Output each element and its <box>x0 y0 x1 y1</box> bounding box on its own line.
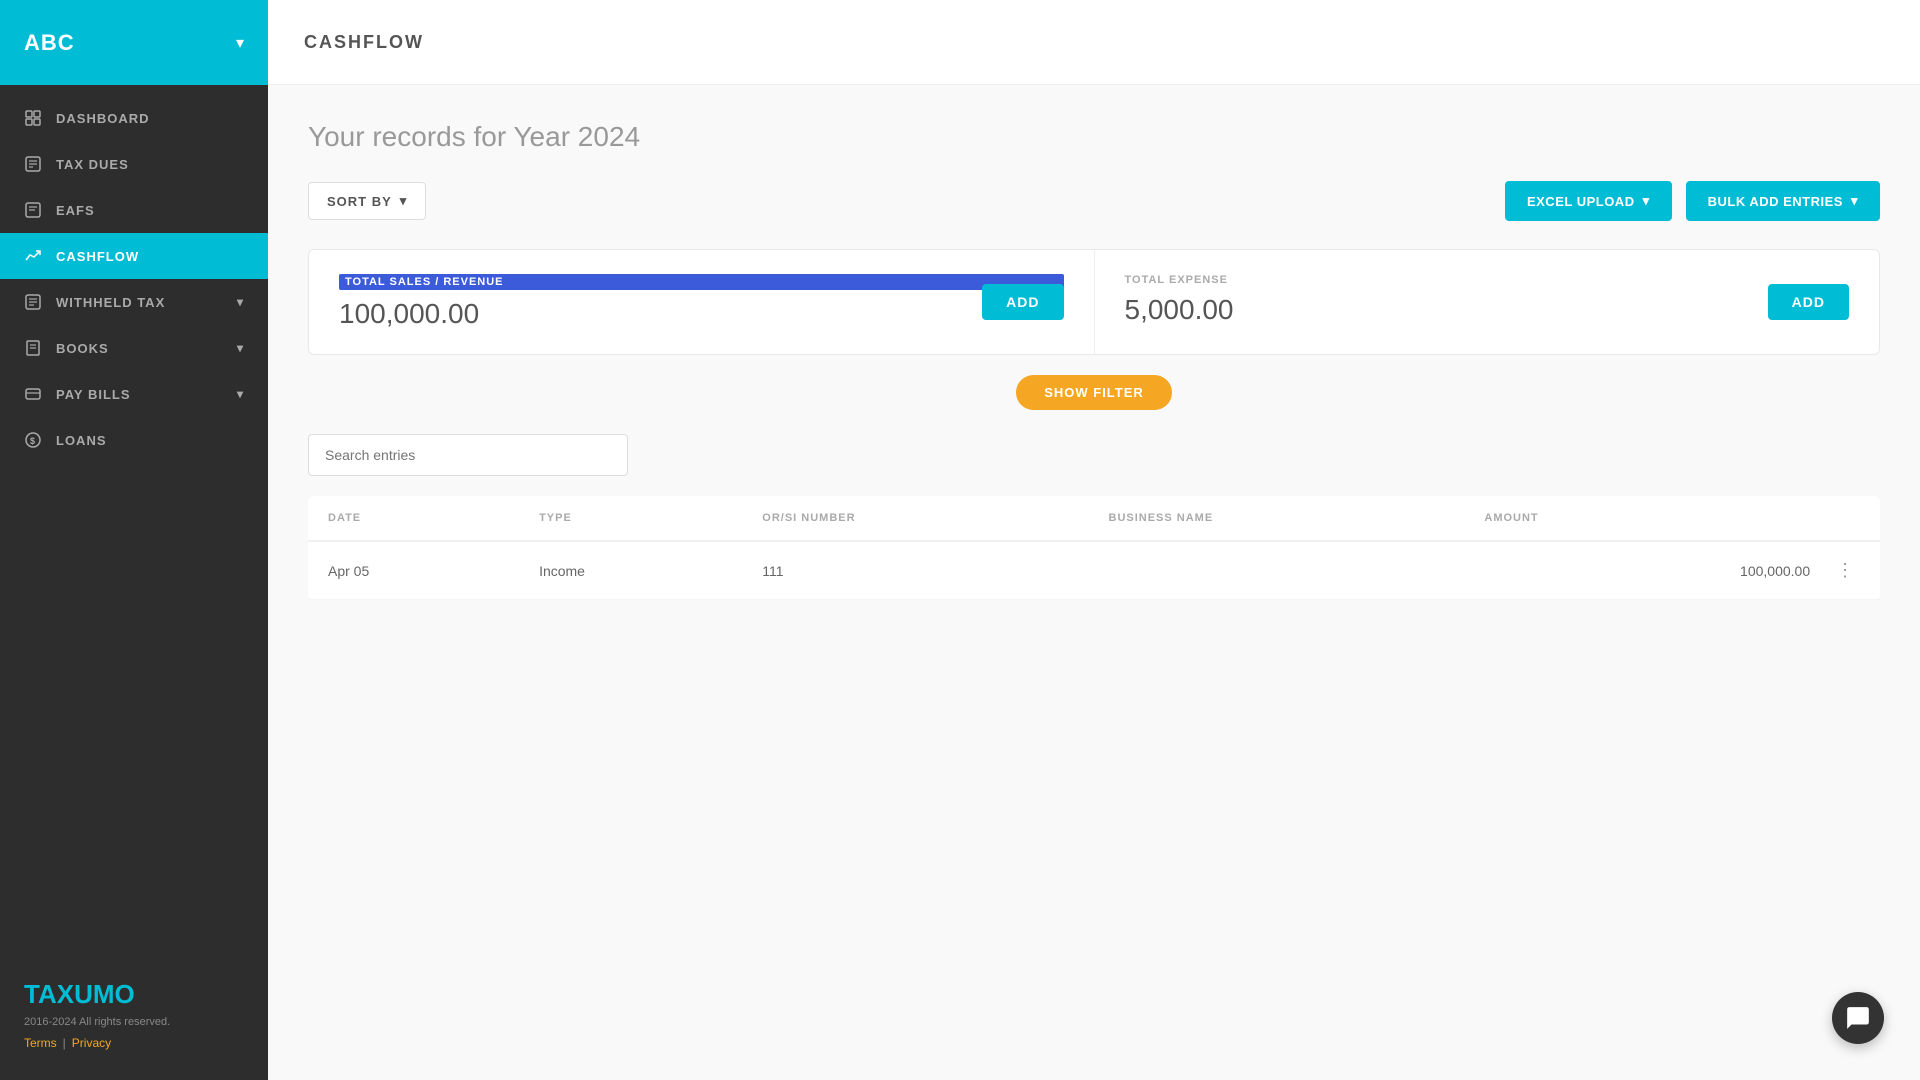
sidebar-nav: Dashboard Tax Dues <box>0 85 268 959</box>
add-sales-button[interactable]: ADD <box>982 284 1063 320</box>
withheld-tax-icon <box>24 293 42 311</box>
sidebar-header[interactable]: ABC ▾ <box>0 0 268 85</box>
bulk-add-chevron-icon: ▾ <box>1851 193 1858 209</box>
sidebar-item-label: Cashflow <box>56 249 139 264</box>
excel-upload-button[interactable]: EXCEL UPLOAD ▾ <box>1505 181 1672 221</box>
link-divider: | <box>63 1036 66 1050</box>
sidebar-item-label: Dashboard <box>56 111 150 126</box>
total-sales-label: TOTAL SALES / REVENUE <box>339 274 1064 290</box>
tax-dues-icon <box>24 155 42 173</box>
col-amount: AMOUNT <box>1464 496 1880 541</box>
copyright-text: 2016-2024 All rights reserved. <box>24 1016 244 1028</box>
withheld-tax-chevron-icon: ▾ <box>237 295 244 309</box>
books-icon <box>24 339 42 357</box>
sort-by-chevron-icon: ▾ <box>400 193 408 209</box>
show-filter-button[interactable]: SHOW FILTER <box>1016 375 1172 410</box>
excel-upload-label: EXCEL UPLOAD <box>1527 194 1635 209</box>
sidebar: ABC ▾ Dashboard <box>0 0 268 1080</box>
sidebar-item-books[interactable]: Books ▾ <box>0 325 268 371</box>
sidebar-item-eafs[interactable]: EAFS <box>0 187 268 233</box>
stats-row: TOTAL SALES / REVENUE 100,000.00 ADD TOT… <box>308 249 1880 355</box>
cashflow-icon <box>24 247 42 265</box>
row-type: Income <box>519 541 742 600</box>
app-logo: TAXUMO <box>24 979 244 1010</box>
sidebar-item-withheld-tax[interactable]: Withheld Tax ▾ <box>0 279 268 325</box>
row-orsi: 111 <box>742 541 1088 600</box>
svg-text:$: $ <box>30 436 36 446</box>
logo-tax: TAX <box>24 979 74 1009</box>
search-input[interactable] <box>308 434 628 476</box>
main-content: CASHFLOW Your records for Year 2024 SORT… <box>268 0 1920 1080</box>
topbar: CASHFLOW <box>268 0 1920 85</box>
bulk-add-label: BULK ADD ENTRIES <box>1708 194 1843 209</box>
row-menu-button[interactable]: ⋮ <box>1830 560 1860 581</box>
page-title: CASHFLOW <box>304 32 424 53</box>
sidebar-item-cashflow[interactable]: Cashflow <box>0 233 268 279</box>
sidebar-item-label: Pay Bills <box>56 387 131 402</box>
total-expense-value: 5,000.00 <box>1125 294 1850 326</box>
books-chevron-icon: ▾ <box>237 341 244 355</box>
company-name: ABC <box>24 30 75 56</box>
col-type: TYPE <box>519 496 742 541</box>
footer-links: Terms | Privacy <box>24 1036 244 1050</box>
sort-by-button[interactable]: SORT BY ▾ <box>308 182 426 220</box>
sidebar-item-pay-bills[interactable]: Pay Bills ▾ <box>0 371 268 417</box>
total-expense-label: TOTAL EXPENSE <box>1125 274 1850 286</box>
col-orsi: OR/SI NUMBER <box>742 496 1088 541</box>
total-sales-card: TOTAL SALES / REVENUE 100,000.00 ADD <box>309 250 1094 354</box>
table-row: Apr 05 Income 111 100,000.00 ⋮ <box>308 541 1880 600</box>
search-row <box>308 434 1880 476</box>
pay-bills-icon <box>24 385 42 403</box>
toolbar-right: EXCEL UPLOAD ▾ BULK ADD ENTRIES ▾ <box>1505 181 1880 221</box>
row-date: Apr 05 <box>308 541 519 600</box>
entries-table-container: DATE TYPE OR/SI NUMBER BUSINESS NAME AMO… <box>308 496 1880 600</box>
col-date: DATE <box>308 496 519 541</box>
company-chevron-icon[interactable]: ▾ <box>236 33 244 53</box>
privacy-link[interactable]: Privacy <box>72 1036 111 1050</box>
excel-upload-chevron-icon: ▾ <box>1643 193 1650 209</box>
loans-icon: $ <box>24 431 42 449</box>
sidebar-item-dashboard[interactable]: Dashboard <box>0 95 268 141</box>
sidebar-item-label: Tax Dues <box>56 157 129 172</box>
content-area: Your records for Year 2024 SORT BY ▾ EXC… <box>268 85 1920 1080</box>
add-expense-button[interactable]: ADD <box>1768 284 1849 320</box>
sidebar-item-tax-dues[interactable]: Tax Dues <box>0 141 268 187</box>
sidebar-item-label: EAFS <box>56 203 95 218</box>
sidebar-item-label: Withheld Tax <box>56 295 165 310</box>
terms-link[interactable]: Terms <box>24 1036 57 1050</box>
table-body: Apr 05 Income 111 100,000.00 ⋮ <box>308 541 1880 600</box>
bulk-add-button[interactable]: BULK ADD ENTRIES ▾ <box>1686 181 1880 221</box>
col-business: BUSINESS NAME <box>1089 496 1465 541</box>
dashboard-icon <box>24 109 42 127</box>
records-heading: Your records for Year 2024 <box>308 121 1880 153</box>
table-header: DATE TYPE OR/SI NUMBER BUSINESS NAME AMO… <box>308 496 1880 541</box>
sidebar-footer: TAXUMO 2016-2024 All rights reserved. Te… <box>0 959 268 1080</box>
toolbar-row: SORT BY ▾ EXCEL UPLOAD ▾ BULK ADD ENTRIE… <box>308 181 1880 221</box>
eafs-icon <box>24 201 42 219</box>
pay-bills-chevron-icon: ▾ <box>237 387 244 401</box>
sidebar-item-label: Loans <box>56 433 107 448</box>
total-expense-card: TOTAL EXPENSE 5,000.00 ADD <box>1094 250 1880 354</box>
row-amount: 100,000.00 ⋮ <box>1464 541 1880 600</box>
show-filter-row: SHOW FILTER <box>308 375 1880 410</box>
chat-bubble-button[interactable] <box>1832 992 1884 1044</box>
sidebar-item-label: Books <box>56 341 109 356</box>
sidebar-item-loans[interactable]: $ Loans <box>0 417 268 463</box>
entries-table: DATE TYPE OR/SI NUMBER BUSINESS NAME AMO… <box>308 496 1880 600</box>
row-business <box>1089 541 1465 600</box>
logo-umo: UMO <box>74 979 135 1009</box>
sort-by-label: SORT BY <box>327 194 392 209</box>
total-sales-value: 100,000.00 <box>339 298 1064 330</box>
